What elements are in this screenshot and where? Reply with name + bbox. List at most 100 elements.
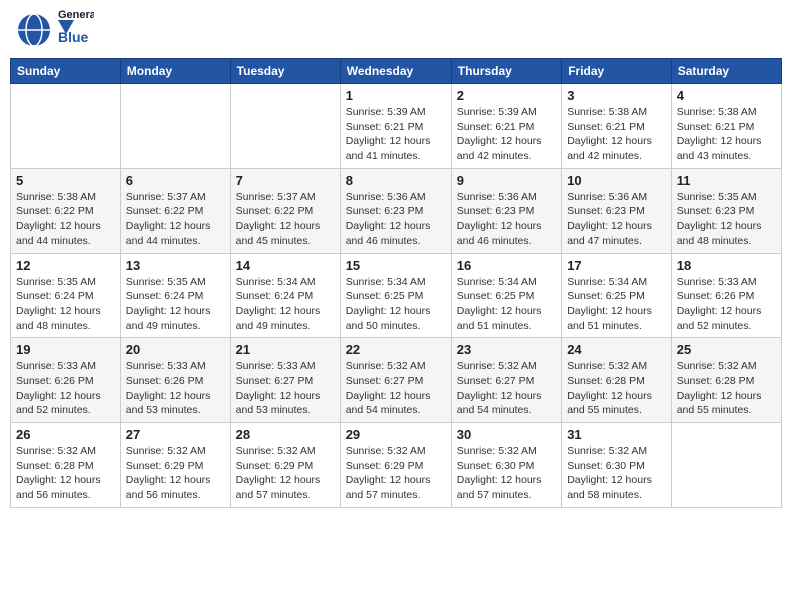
day-number: 6 (126, 173, 225, 188)
day-info: Sunrise: 5:39 AMSunset: 6:21 PMDaylight:… (457, 105, 556, 164)
day-number: 15 (346, 258, 446, 273)
calendar-cell: 15 Sunrise: 5:34 AMSunset: 6:25 PMDayligh… (340, 253, 451, 338)
day-number: 7 (236, 173, 335, 188)
calendar-cell: 29 Sunrise: 5:32 AMSunset: 6:29 PMDayligh… (340, 423, 451, 508)
day-number: 19 (16, 342, 115, 357)
day-number: 27 (126, 427, 225, 442)
calendar-cell: 25Sunrise: 5:32 AMSunset: 6:28 PMDayligh… (671, 338, 781, 423)
day-number: 1 (346, 88, 446, 103)
day-of-week-header: Wednesday (340, 59, 451, 84)
calendar-week-row: 1 Sunrise: 5:39 AMSunset: 6:21 PMDaylight… (11, 84, 782, 169)
day-info: Sunrise: 5:34 AMSunset: 6:25 PMDaylight:… (346, 275, 446, 334)
day-of-week-header: Friday (562, 59, 672, 84)
day-number: 16 (457, 258, 556, 273)
calendar-cell: 21 Sunrise: 5:33 AMSunset: 6:27 PMDayligh… (230, 338, 340, 423)
day-number: 30 (457, 427, 556, 442)
day-info: Sunrise: 5:33 AMSunset: 6:26 PMDaylight:… (16, 359, 115, 418)
day-info: Sunrise: 5:38 AMSunset: 6:21 PMDaylight:… (567, 105, 666, 164)
calendar-cell: 30 Sunrise: 5:32 AMSunset: 6:30 PMDayligh… (451, 423, 561, 508)
calendar-cell: 24 Sunrise: 5:32 AMSunset: 6:28 PMDayligh… (562, 338, 672, 423)
day-info: Sunrise: 5:38 AMSunset: 6:22 PMDaylight:… (16, 190, 115, 249)
day-number: 26 (16, 427, 115, 442)
calendar-cell (671, 423, 781, 508)
calendar-cell: 4 Sunrise: 5:38 AMSunset: 6:21 PMDaylight… (671, 84, 781, 169)
day-number: 4 (677, 88, 776, 103)
calendar-cell: 17 Sunrise: 5:34 AMSunset: 6:25 PMDayligh… (562, 253, 672, 338)
day-number: 10 (567, 173, 666, 188)
day-number: 3 (567, 88, 666, 103)
calendar-table: SundayMondayTuesdayWednesdayThursdayFrid… (10, 58, 782, 508)
day-number: 22 (346, 342, 446, 357)
day-info: Sunrise: 5:32 AMSunset: 6:28 PMDaylight:… (16, 444, 115, 503)
day-info: Sunrise: 5:36 AMSunset: 6:23 PMDaylight:… (567, 190, 666, 249)
calendar-cell: 6 Sunrise: 5:37 AMSunset: 6:22 PMDaylight… (120, 168, 230, 253)
calendar-cell: 20 Sunrise: 5:33 AMSunset: 6:26 PMDayligh… (120, 338, 230, 423)
calendar-cell: 14 Sunrise: 5:34 AMSunset: 6:24 PMDayligh… (230, 253, 340, 338)
day-number: 11 (677, 173, 776, 188)
day-info: Sunrise: 5:38 AMSunset: 6:21 PMDaylight:… (677, 105, 776, 164)
page-header: General Blue (10, 10, 782, 50)
calendar-cell (230, 84, 340, 169)
day-info: Sunrise: 5:32 AMSunset: 6:30 PMDaylight:… (457, 444, 556, 503)
calendar-cell: 11 Sunrise: 5:35 AMSunset: 6:23 PMDayligh… (671, 168, 781, 253)
calendar-week-row: 19 Sunrise: 5:33 AMSunset: 6:26 PMDayligh… (11, 338, 782, 423)
day-number: 29 (346, 427, 446, 442)
calendar-week-row: 12 Sunrise: 5:35 AMSunset: 6:24 PMDayligh… (11, 253, 782, 338)
day-number: 24 (567, 342, 666, 357)
calendar-cell: 28Sunrise: 5:32 AMSunset: 6:29 PMDayligh… (230, 423, 340, 508)
svg-text:General: General (58, 10, 94, 21)
day-number: 8 (346, 173, 446, 188)
calendar-cell: 27 Sunrise: 5:32 AMSunset: 6:29 PMDayligh… (120, 423, 230, 508)
calendar-cell: 19 Sunrise: 5:33 AMSunset: 6:26 PMDayligh… (11, 338, 121, 423)
day-info: Sunrise: 5:32 AMSunset: 6:29 PMDaylight:… (346, 444, 446, 503)
calendar-cell: 22 Sunrise: 5:32 AMSunset: 6:27 PMDayligh… (340, 338, 451, 423)
day-number: 2 (457, 88, 556, 103)
calendar-cell: 23 Sunrise: 5:32 AMSunset: 6:27 PMDayligh… (451, 338, 561, 423)
svg-text:Blue: Blue (58, 29, 89, 45)
day-info: Sunrise: 5:33 AMSunset: 6:26 PMDaylight:… (677, 275, 776, 334)
day-info: Sunrise: 5:35 AMSunset: 6:23 PMDaylight:… (677, 190, 776, 249)
day-info: Sunrise: 5:35 AMSunset: 6:24 PMDaylight:… (16, 275, 115, 334)
day-number: 14 (236, 258, 335, 273)
day-of-week-header: Thursday (451, 59, 561, 84)
day-number: 23 (457, 342, 556, 357)
calendar-cell (11, 84, 121, 169)
day-info: Sunrise: 5:34 AMSunset: 6:25 PMDaylight:… (567, 275, 666, 334)
calendar-cell: 10 Sunrise: 5:36 AMSunset: 6:23 PMDayligh… (562, 168, 672, 253)
calendar-week-row: 26 Sunrise: 5:32 AMSunset: 6:28 PMDayligh… (11, 423, 782, 508)
day-number: 21 (236, 342, 335, 357)
day-info: Sunrise: 5:33 AMSunset: 6:26 PMDaylight:… (126, 359, 225, 418)
day-number: 20 (126, 342, 225, 357)
day-info: Sunrise: 5:34 AMSunset: 6:25 PMDaylight:… (457, 275, 556, 334)
calendar-cell: 5 Sunrise: 5:38 AMSunset: 6:22 PMDaylight… (11, 168, 121, 253)
day-info: Sunrise: 5:32 AMSunset: 6:27 PMDaylight:… (346, 359, 446, 418)
day-info: Sunrise: 5:32 AMSunset: 6:29 PMDaylight:… (126, 444, 225, 503)
day-info: Sunrise: 5:36 AMSunset: 6:23 PMDaylight:… (346, 190, 446, 249)
day-info: Sunrise: 5:37 AMSunset: 6:22 PMDaylight:… (236, 190, 335, 249)
day-number: 5 (16, 173, 115, 188)
calendar-cell: 13 Sunrise: 5:35 AMSunset: 6:24 PMDayligh… (120, 253, 230, 338)
logo: General Blue (14, 10, 94, 50)
day-info: Sunrise: 5:35 AMSunset: 6:24 PMDaylight:… (126, 275, 225, 334)
day-info: Sunrise: 5:32 AMSunset: 6:28 PMDaylight:… (677, 359, 776, 418)
day-of-week-header: Tuesday (230, 59, 340, 84)
calendar-week-row: 5 Sunrise: 5:38 AMSunset: 6:22 PMDaylight… (11, 168, 782, 253)
day-of-week-header: Sunday (11, 59, 121, 84)
calendar-cell: 12 Sunrise: 5:35 AMSunset: 6:24 PMDayligh… (11, 253, 121, 338)
calendar-header-row: SundayMondayTuesdayWednesdayThursdayFrid… (11, 59, 782, 84)
calendar-cell: 3 Sunrise: 5:38 AMSunset: 6:21 PMDaylight… (562, 84, 672, 169)
day-info: Sunrise: 5:33 AMSunset: 6:27 PMDaylight:… (236, 359, 335, 418)
day-number: 17 (567, 258, 666, 273)
calendar-cell: 1 Sunrise: 5:39 AMSunset: 6:21 PMDaylight… (340, 84, 451, 169)
day-info: Sunrise: 5:32 AMSunset: 6:27 PMDaylight:… (457, 359, 556, 418)
day-number: 13 (126, 258, 225, 273)
calendar-cell: 31Sunrise: 5:32 AMSunset: 6:30 PMDayligh… (562, 423, 672, 508)
day-info: Sunrise: 5:32 AMSunset: 6:29 PMDaylight:… (236, 444, 335, 503)
day-info: Sunrise: 5:34 AMSunset: 6:24 PMDaylight:… (236, 275, 335, 334)
day-info: Sunrise: 5:37 AMSunset: 6:22 PMDaylight:… (126, 190, 225, 249)
day-info: Sunrise: 5:39 AMSunset: 6:21 PMDaylight:… (346, 105, 446, 164)
day-info: Sunrise: 5:32 AMSunset: 6:28 PMDaylight:… (567, 359, 666, 418)
day-number: 18 (677, 258, 776, 273)
day-number: 12 (16, 258, 115, 273)
calendar-cell (120, 84, 230, 169)
